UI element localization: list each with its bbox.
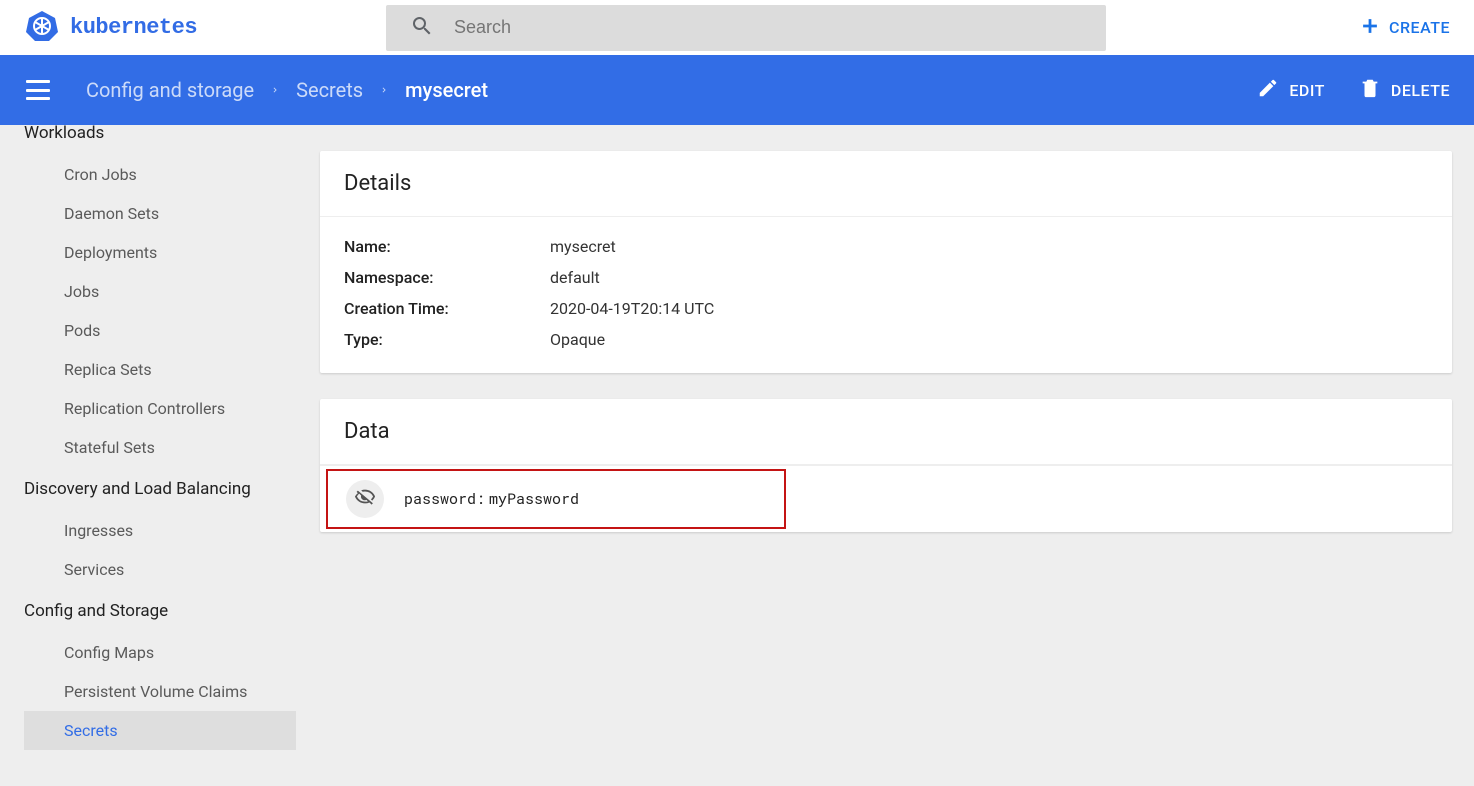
detail-row: Creation Time:2020-04-19T20:14 UTC [344, 293, 1428, 324]
detail-value: Opaque [550, 330, 605, 349]
detail-value: mysecret [550, 237, 616, 256]
breadcrumb-item: mysecret [393, 78, 500, 102]
topbar: kubernetes CREATE [0, 0, 1474, 55]
chevron-right-icon [379, 78, 389, 102]
trash-icon [1359, 77, 1381, 103]
data-key: password: [404, 489, 485, 509]
sidebar-item[interactable]: Daemon Sets [24, 194, 296, 233]
data-header: Data [320, 399, 1452, 465]
eye-off-icon [354, 486, 376, 513]
search-box[interactable] [386, 5, 1106, 51]
search-icon [410, 14, 434, 42]
detail-label: Namespace: [344, 268, 550, 287]
breadcrumb-item[interactable]: Config and storage [74, 78, 266, 102]
menu-icon[interactable] [26, 78, 50, 102]
sidebar-item[interactable]: Ingresses [24, 511, 296, 550]
data-card: Data password: myPassword [320, 399, 1452, 532]
sidebar-item[interactable]: Deployments [24, 233, 296, 272]
sidebar-item[interactable]: Services [24, 550, 296, 589]
sidebar-item[interactable]: Stateful Sets [24, 428, 296, 467]
detail-label: Type: [344, 330, 550, 349]
detail-value: 2020-04-19T20:14 UTC [550, 299, 714, 318]
create-label: CREATE [1389, 18, 1450, 37]
sidebar-item[interactable]: Jobs [24, 272, 296, 311]
pencil-icon [1257, 77, 1279, 103]
sidebar-item[interactable]: Secrets [24, 711, 296, 750]
detail-value: default [550, 268, 600, 287]
detail-label: Name: [344, 237, 550, 256]
sidebar-item[interactable]: Config Maps [24, 633, 296, 672]
search-input[interactable] [454, 17, 1082, 38]
brand-text: kubernetes [70, 15, 197, 40]
details-card: Details Name:mysecretNamespace:defaultCr… [320, 151, 1452, 373]
edit-label: EDIT [1289, 81, 1325, 100]
create-button[interactable]: CREATE [1359, 15, 1450, 41]
data-entry: password: myPassword [320, 465, 1452, 532]
details-header: Details [320, 151, 1452, 217]
sidebar-item[interactable]: Replica Sets [24, 350, 296, 389]
breadcrumb: Config and storage Secrets mysecret [74, 78, 500, 102]
sidebar-group-title[interactable]: Config and Storage [0, 589, 300, 633]
data-value: myPassword [489, 489, 579, 509]
delete-button[interactable]: DELETE [1359, 77, 1450, 103]
chevron-right-icon [270, 78, 280, 102]
sidebar: WorkloadsCron JobsDaemon SetsDeployments… [0, 125, 300, 786]
sidebar-group-title[interactable]: Discovery and Load Balancing [0, 467, 300, 511]
detail-row: Name:mysecret [344, 231, 1428, 262]
detail-row: Type:Opaque [344, 324, 1428, 355]
brand[interactable]: kubernetes [26, 10, 386, 46]
main-content: Details Name:mysecretNamespace:defaultCr… [300, 125, 1474, 786]
delete-label: DELETE [1391, 81, 1450, 100]
bluebar: Config and storage Secrets mysecret EDIT D… [0, 55, 1474, 125]
sidebar-group-title[interactable]: Workloads [0, 125, 300, 155]
detail-row: Namespace:default [344, 262, 1428, 293]
toggle-visibility-button[interactable] [346, 480, 384, 518]
sidebar-item[interactable]: Cron Jobs [24, 155, 296, 194]
breadcrumb-item[interactable]: Secrets [284, 78, 375, 102]
sidebar-item[interactable]: Replication Controllers [24, 389, 296, 428]
plus-icon [1359, 15, 1381, 41]
sidebar-item[interactable]: Persistent Volume Claims [24, 672, 296, 711]
detail-label: Creation Time: [344, 299, 550, 318]
edit-button[interactable]: EDIT [1257, 77, 1325, 103]
kubernetes-logo-icon [26, 10, 58, 46]
sidebar-item[interactable]: Pods [24, 311, 296, 350]
